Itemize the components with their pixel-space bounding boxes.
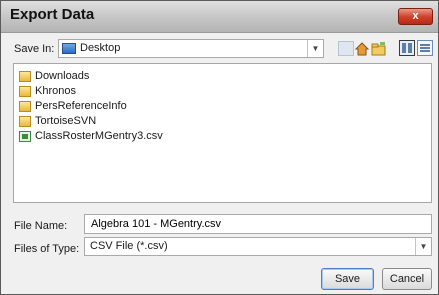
files-of-type-dropdown[interactable]: CSV File (*.csv) ▼ (84, 237, 432, 256)
save-in-label: Save In: (14, 43, 55, 55)
folder-icon (19, 116, 31, 127)
files-of-type-label: Files of Type: (14, 243, 80, 255)
file-name-input[interactable] (84, 214, 432, 234)
csv-file-icon (19, 131, 31, 142)
new-folder-icon[interactable] (371, 41, 387, 56)
dialog-title: Export Data (10, 6, 95, 23)
chevron-down-icon[interactable]: ▼ (307, 40, 323, 57)
file-name-label: File Name: (14, 220, 68, 232)
desktop-folder-icon (62, 43, 76, 54)
file-list[interactable]: Downloads Khronos PersReferenceInfo Tort… (13, 63, 432, 203)
list-item-label: Khronos (35, 85, 76, 97)
details-view-icon[interactable] (417, 40, 433, 56)
export-data-dialog: Export Data x Save In: Desktop ▼ Downloa… (0, 0, 439, 295)
save-in-value: Desktop (80, 42, 121, 54)
folder-icon (19, 101, 31, 112)
home-icon[interactable] (354, 41, 370, 56)
title-bar[interactable]: Export Data x (1, 1, 438, 33)
list-item-label: PersReferenceInfo (35, 100, 127, 112)
folder-icon (19, 86, 31, 97)
list-item-label: TortoiseSVN (35, 115, 97, 127)
up-folder-icon[interactable] (338, 41, 354, 56)
list-item-label: Downloads (35, 70, 90, 82)
save-in-dropdown[interactable]: Desktop ▼ (58, 39, 324, 58)
save-button[interactable]: Save (321, 268, 374, 290)
files-of-type-value: CSV File (*.csv) (90, 240, 168, 252)
list-item-label: ClassRosterMGentry3.csv (35, 130, 163, 142)
list-view-icon[interactable] (399, 40, 415, 56)
folder-icon (19, 71, 31, 82)
chevron-down-icon[interactable]: ▼ (415, 238, 431, 255)
cancel-button[interactable]: Cancel (382, 268, 432, 290)
close-button[interactable]: x (398, 8, 433, 25)
